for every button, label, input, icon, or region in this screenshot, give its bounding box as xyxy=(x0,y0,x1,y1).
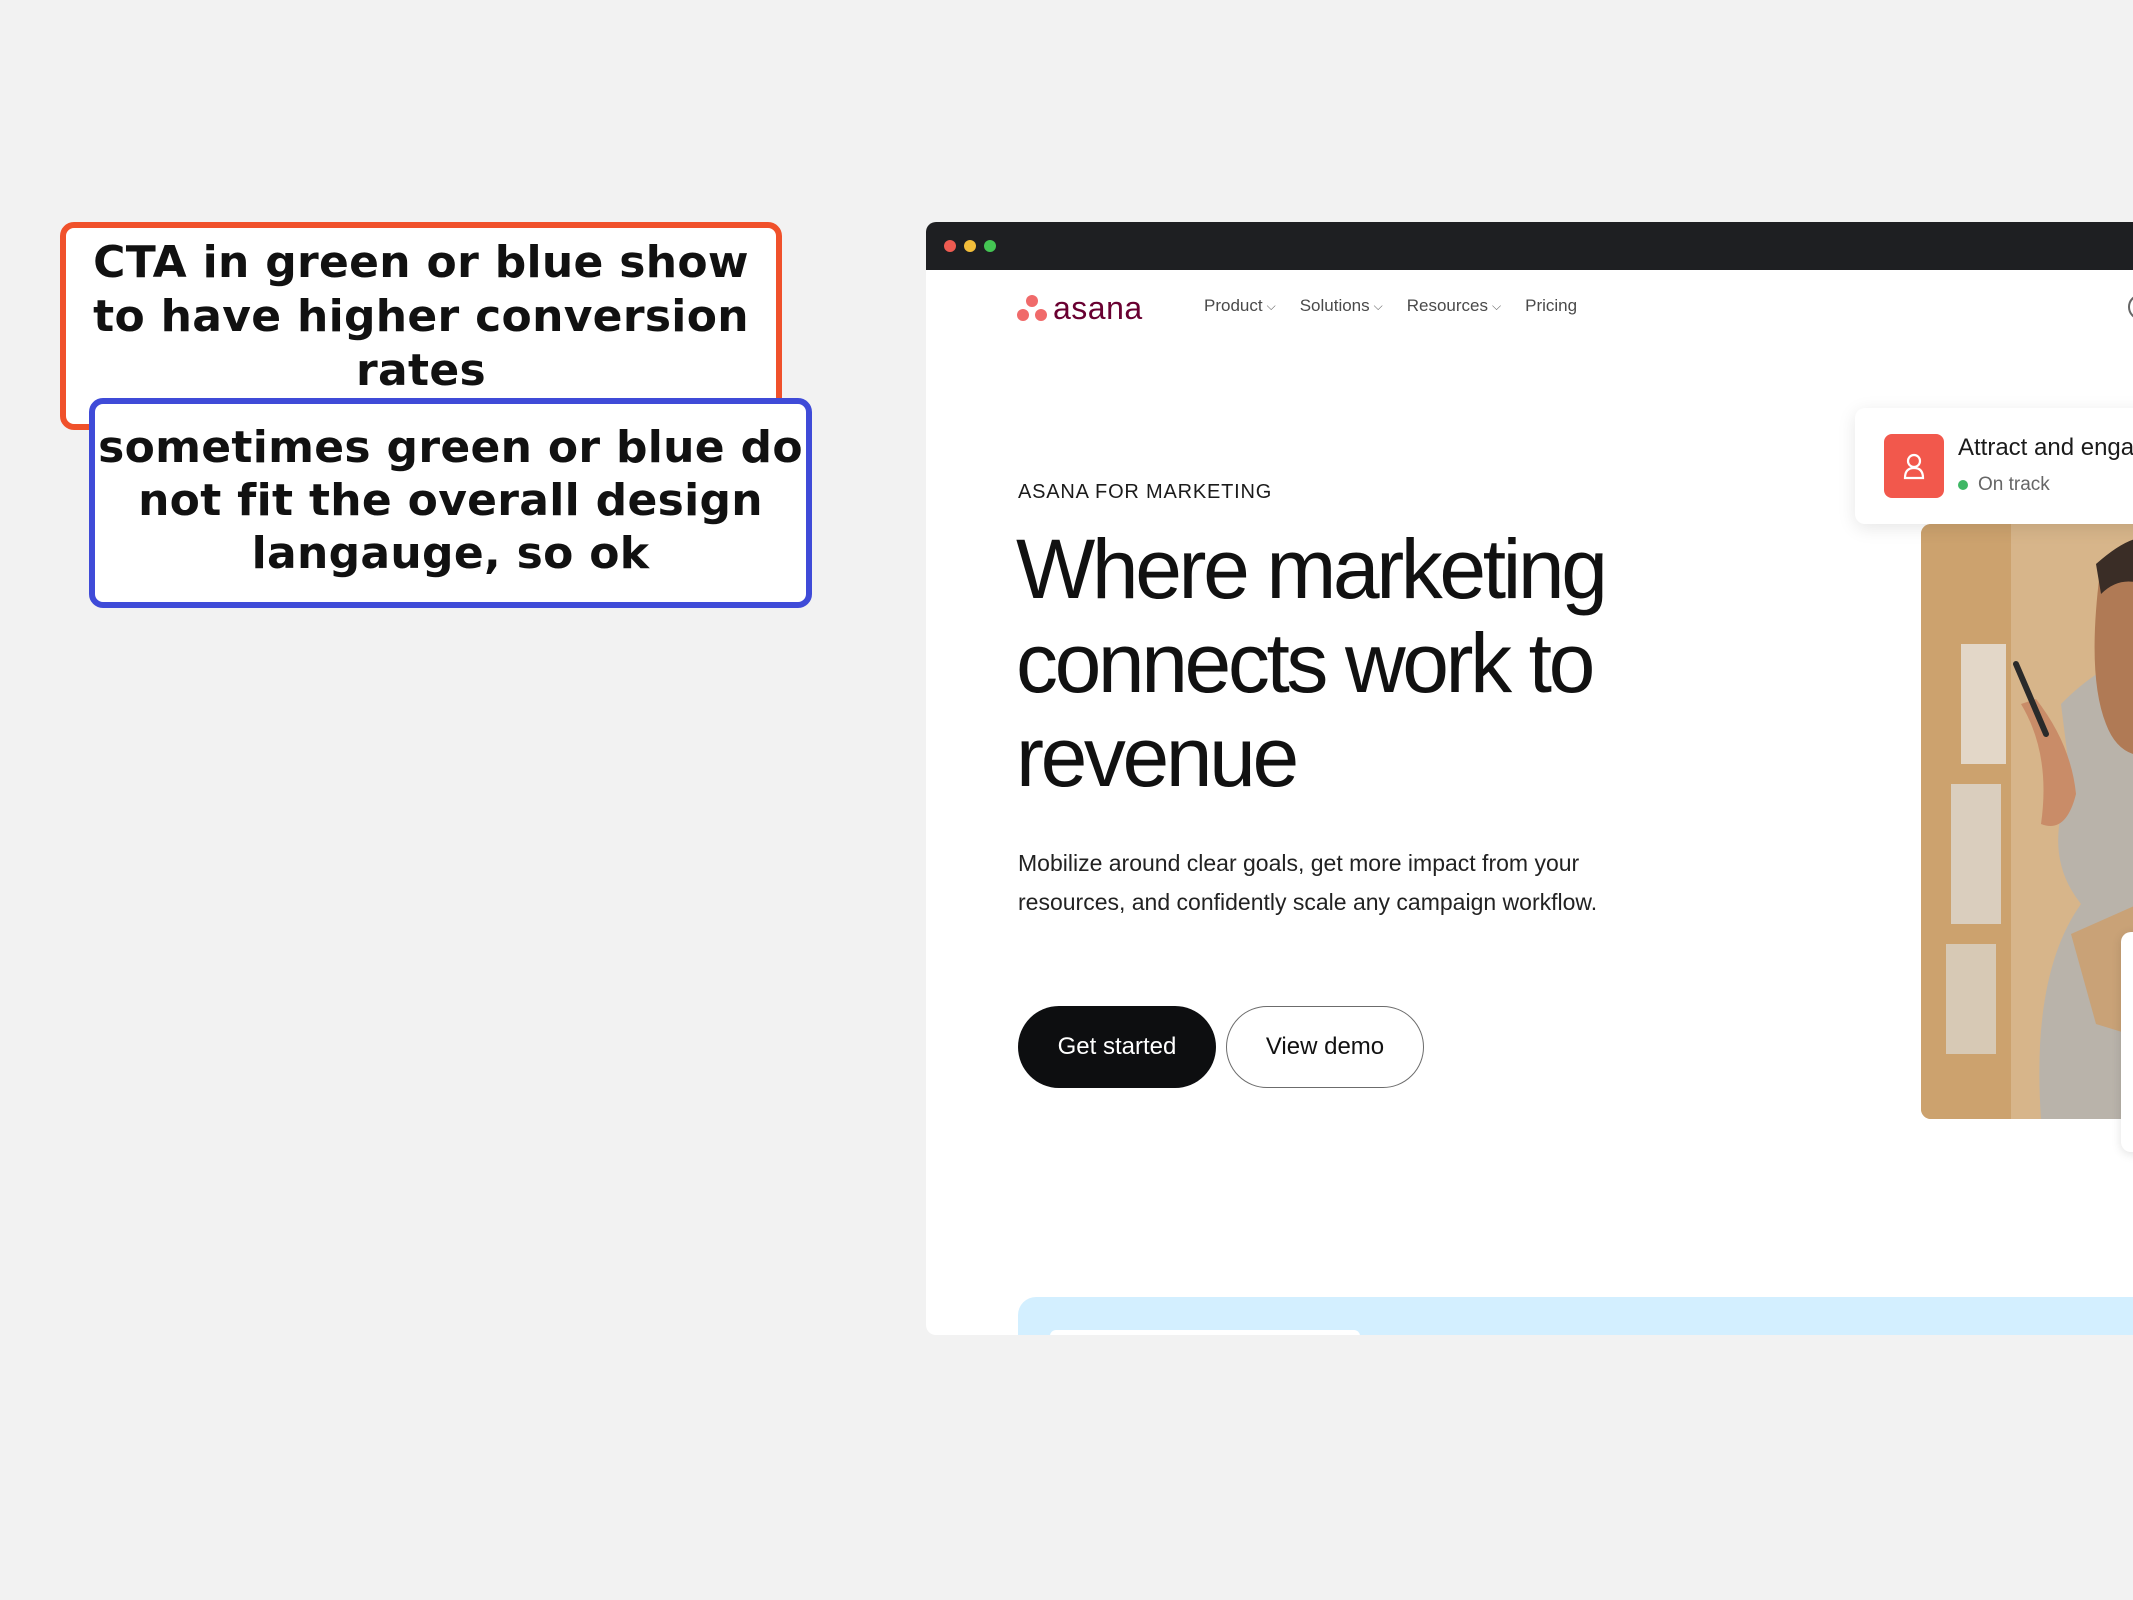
hero-subcopy: Mobilize around clear goals, get more im… xyxy=(1018,850,1598,915)
hero-photo-illustration xyxy=(1921,524,2133,1119)
annotation-design-language-note: sometimes green or blue do not fit the o… xyxy=(89,398,812,608)
get-started-button[interactable]: Get started xyxy=(1018,1006,1216,1088)
chevron-down-icon: ⌵ xyxy=(1373,298,1383,313)
site-nav: asana Product ⌵ Solutions ⌵ Resources ⌵ … xyxy=(926,270,2133,350)
view-demo-button[interactable]: View demo xyxy=(1226,1006,1424,1088)
minimize-window-dot[interactable] xyxy=(964,240,976,252)
status-dot-icon xyxy=(1958,480,1968,490)
browser-window: asana Product ⌵ Solutions ⌵ Resources ⌵ … xyxy=(926,222,2133,1335)
chevron-down-icon: ⌵ xyxy=(1492,298,1502,313)
nav-resources-label: Resources xyxy=(1406,296,1489,315)
side-panel-card xyxy=(2121,932,2133,1152)
status-card-title: Attract and enga xyxy=(1958,434,2133,461)
person-icon-glyph xyxy=(1903,453,1925,480)
asana-logo[interactable]: asana xyxy=(1017,292,1143,324)
nav-solutions-label: Solutions xyxy=(1299,296,1370,315)
nav-pricing-label: Pricing xyxy=(1525,296,1578,315)
bottom-section-tab xyxy=(1050,1330,1360,1335)
globe-icon[interactable] xyxy=(2128,294,2133,320)
nav-solutions[interactable]: Solutions ⌵ xyxy=(1300,296,1383,316)
hero-photo xyxy=(1921,524,2133,1119)
maximize-window-dot[interactable] xyxy=(984,240,996,252)
nav-product-label: Product xyxy=(1204,296,1263,315)
slide: CTA in green or blue show to have higher… xyxy=(0,0,2133,1600)
nav-product[interactable]: Product ⌵ xyxy=(1204,296,1276,316)
status-card[interactable]: Attract and enga On track xyxy=(1855,408,2133,524)
person-icon xyxy=(1884,434,1944,498)
status-text: On track xyxy=(1978,474,2050,495)
nav-resources[interactable]: Resources ⌵ xyxy=(1407,296,1501,316)
annotation-conversion-text: CTA in green or blue show to have higher… xyxy=(93,237,749,396)
close-window-dot[interactable] xyxy=(944,240,956,252)
asana-logo-icon xyxy=(1017,293,1047,323)
nav-links: Product ⌵ Solutions ⌵ Resources ⌵ Pricin… xyxy=(1204,296,1577,316)
status-row: On track xyxy=(1958,474,2050,496)
nav-pricing[interactable]: Pricing xyxy=(1525,296,1577,316)
annotation-design-language-text: sometimes green or blue do not fit the o… xyxy=(98,421,803,579)
browser-titlebar xyxy=(926,222,2133,270)
hero-headline: Where marketing connects work to revenue xyxy=(1016,522,1608,804)
asana-logo-text: asana xyxy=(1053,290,1143,326)
hero-eyebrow: ASANA FOR MARKETING xyxy=(1018,481,1273,503)
chevron-down-icon: ⌵ xyxy=(1266,298,1276,313)
